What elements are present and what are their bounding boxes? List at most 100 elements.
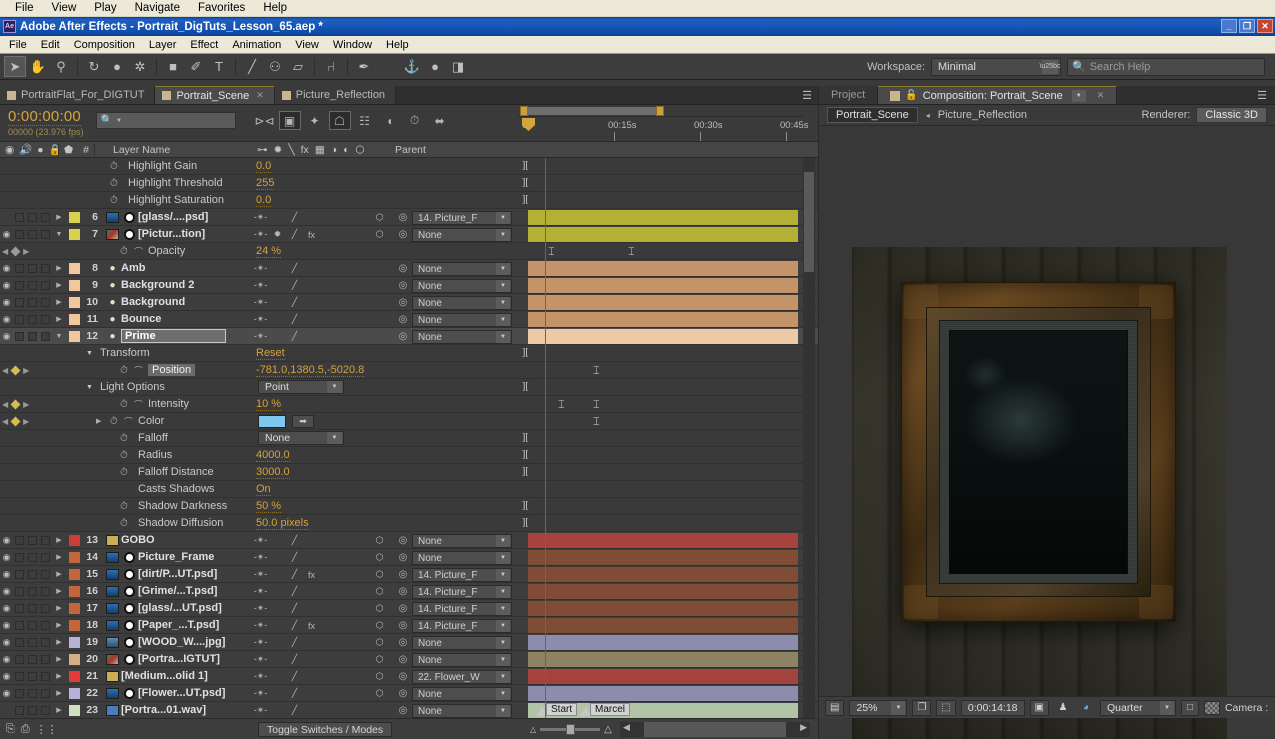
scroll-right-arrow[interactable]: ▶ (800, 722, 810, 737)
timeline-property-row[interactable]: ◀ ▶ ⏱ ⌒ Position -781.0,1380.5,-5020.8 ⌶ (0, 362, 818, 379)
stopwatch-icon[interactable]: ⏱ (110, 161, 118, 172)
hand-tool-icon[interactable]: ✋ (27, 56, 49, 77)
quality-switch[interactable]: ╱ (286, 567, 303, 582)
solo-toggle[interactable] (28, 654, 37, 664)
breadcrumb-next-comp[interactable]: Picture_Reflection (938, 109, 1027, 121)
layer-name[interactable]: [glass/....psd] (138, 211, 208, 223)
keyframe-navigator[interactable]: ◀ ▶ (2, 246, 29, 256)
parent-select[interactable]: None ▼ (412, 704, 512, 718)
parent-select[interactable]: None ▼ (412, 296, 512, 310)
solo-toggle[interactable] (28, 569, 37, 579)
layer-label-color[interactable] (68, 568, 80, 580)
chevron-down-icon[interactable]: ▼ (496, 671, 510, 683)
audio-toggle[interactable] (15, 586, 24, 596)
os-menu-item-view[interactable]: View (43, 1, 86, 15)
3d-switch[interactable]: ⬡ (371, 652, 388, 667)
property-name[interactable]: Highlight Saturation (128, 194, 224, 206)
collapse-switch[interactable] (269, 686, 286, 701)
parent-pickwhip[interactable]: ◎ (392, 296, 414, 309)
timeline-property-row[interactable]: ⏱ Highlight Gain 0.0][ (0, 158, 818, 175)
timeline-layer-row[interactable]: ◉ ▶ 18 [Paper_...T.psd] -✴- ╱ fx ⬡ ◎ 14. Picture_… (0, 617, 818, 634)
layer-label-color[interactable] (68, 330, 80, 342)
layer-expand-toggle[interactable]: ▼ (52, 333, 66, 340)
os-menu-item-play[interactable]: Play (85, 1, 125, 15)
3d-switch[interactable]: ⬡ (371, 635, 388, 650)
motion-blur-switch[interactable] (337, 295, 354, 310)
timeline-track-cell[interactable] (518, 311, 803, 328)
motion-blur-switch[interactable] (337, 533, 354, 548)
parent-pickwhip[interactable]: ◎ (392, 262, 414, 275)
lock-icon[interactable]: 🔓 (905, 90, 917, 101)
mask-icon[interactable]: ◨ (447, 56, 469, 77)
puppet-pin-tool-icon[interactable]: ✒ (353, 56, 375, 77)
timeline-track-cell[interactable] (518, 549, 803, 566)
chevron-down-icon[interactable]: ▼ (496, 569, 510, 581)
lock-toggle[interactable] (41, 688, 50, 698)
quality-switch[interactable]: ╱ (286, 295, 303, 310)
group-expand-toggle[interactable]: ▼ (86, 384, 93, 391)
effects-switch[interactable] (303, 329, 320, 344)
layer-visibility-toggle[interactable]: ◉ (0, 535, 13, 546)
audio-toggle[interactable] (15, 552, 24, 562)
3d-switch[interactable] (371, 295, 388, 310)
frame-blend-switch[interactable] (320, 550, 337, 565)
parent-select[interactable]: None ▼ (412, 228, 512, 242)
audio-toggle[interactable] (15, 654, 24, 664)
layer-duration-bar[interactable] (528, 601, 798, 616)
shy-switch[interactable]: -✴- (252, 550, 269, 565)
chevron-down-icon[interactable]: ▼ (496, 212, 510, 224)
property-name[interactable]: Position (148, 364, 196, 376)
region-of-interest-icon[interactable]: ⬚ (936, 699, 956, 716)
clone-stamp-tool-icon[interactable]: ⚇ (264, 56, 286, 77)
audio-toggle[interactable] (15, 314, 24, 324)
audio-toggle[interactable] (15, 688, 24, 698)
shy-switch[interactable]: -✴- (252, 652, 269, 667)
parent-select[interactable]: None ▼ (412, 330, 512, 344)
audio-toggle[interactable] (15, 569, 24, 579)
timeline-property-row[interactable]: Casts Shadows On (0, 481, 818, 498)
motion-blur-switch[interactable] (337, 329, 354, 344)
composition-mini-flowchart-icon[interactable]: ⊳⊲ (254, 111, 276, 130)
solo-toggle[interactable] (28, 552, 37, 562)
property-value[interactable]: -781.0,1380.5,-5020.8 (256, 364, 365, 377)
brainstorm-icon[interactable]: ◖ (379, 111, 401, 130)
timeline-property-row[interactable]: ⏱ Falloff None ▼][ (0, 430, 818, 447)
motion-blur-switch[interactable] (337, 567, 354, 582)
timeline-track-cell[interactable] (518, 634, 803, 651)
chevron-down-icon[interactable]: ▼ (496, 331, 510, 343)
quality-switch[interactable]: ╱ (286, 227, 303, 242)
next-keyframe-icon[interactable]: ▶ (23, 247, 29, 256)
lock-toggle[interactable] (41, 212, 50, 222)
parent-select[interactable]: 14. Picture_F ▼ (412, 585, 512, 599)
roto-brush-tool-icon[interactable]: ⑁ (320, 56, 342, 77)
show-channel-icon[interactable]: ◕ (1077, 700, 1095, 716)
layer-name-header[interactable]: Layer Name (95, 144, 175, 156)
timeline-vertical-scrollbar[interactable] (803, 158, 815, 718)
keyframe-navigator[interactable]: ◀ ▶ (2, 399, 29, 409)
renderer-button[interactable]: Classic 3D (1196, 107, 1267, 123)
3d-switch[interactable] (371, 261, 388, 276)
frame-blend-switch[interactable] (320, 227, 337, 242)
chevron-down-icon[interactable]: ▼ (1071, 89, 1086, 102)
lock-toggle[interactable] (41, 671, 50, 681)
lock-toggle[interactable] (41, 603, 50, 613)
frame-blend-switch[interactable] (320, 312, 337, 327)
solo-toggle[interactable] (28, 586, 37, 596)
chevron-down-icon[interactable]: ▼ (891, 700, 906, 715)
3d-switch[interactable]: ⬡ (371, 567, 388, 582)
shy-switch[interactable]: -✴- (252, 261, 269, 276)
layer-switches-icon[interactable]: ⋮⋮ (36, 723, 58, 736)
effects-switch[interactable] (303, 686, 320, 701)
motion-blur-switch[interactable] (337, 652, 354, 667)
timeline-track-cell[interactable] (518, 481, 803, 498)
timeline-track-cell[interactable] (518, 294, 803, 311)
solo-toggle[interactable] (28, 603, 37, 613)
prev-keyframe-icon[interactable]: ◀ (2, 247, 8, 256)
chevron-down-icon[interactable]: ▼ (496, 297, 510, 309)
add-keyframe-icon[interactable] (10, 416, 21, 426)
stopwatch-icon[interactable]: ⏱ (120, 450, 128, 461)
next-keyframe-icon[interactable]: ▶ (23, 417, 29, 426)
frame-blend-switch[interactable] (320, 261, 337, 276)
tab-project[interactable]: Project (819, 86, 879, 104)
layer-label-color[interactable] (68, 262, 80, 274)
